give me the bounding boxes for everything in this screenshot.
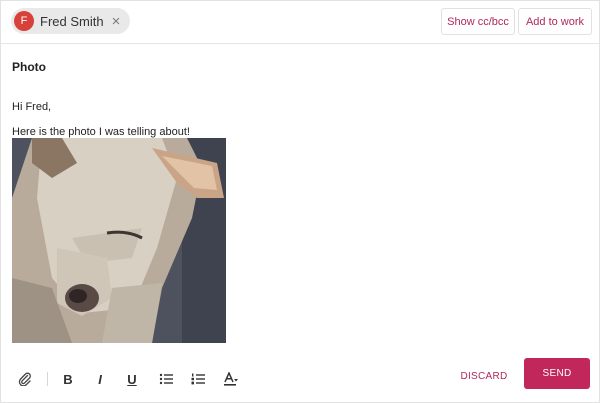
recipient-bar: F Fred Smith × Show cc/bcc Add to work bbox=[0, 0, 600, 44]
recipient-avatar: F bbox=[14, 11, 34, 31]
subject-line[interactable]: Photo bbox=[12, 60, 46, 74]
body-message[interactable]: Here is the photo I was telling about! bbox=[12, 126, 190, 138]
body-greeting[interactable]: Hi Fred, bbox=[12, 101, 51, 113]
add-to-work-button[interactable]: Add to work bbox=[518, 8, 592, 35]
numbered-list-icon[interactable] bbox=[187, 368, 209, 390]
remove-recipient-icon[interactable]: × bbox=[112, 14, 121, 29]
dog-photo[interactable] bbox=[12, 138, 226, 343]
recipient-chip[interactable]: F Fred Smith × bbox=[11, 8, 131, 34]
dog-photo-illustration bbox=[12, 138, 226, 343]
bulleted-list-icon[interactable] bbox=[155, 368, 177, 390]
underline-icon[interactable]: U bbox=[121, 368, 143, 390]
text-color-icon[interactable] bbox=[220, 368, 242, 390]
italic-icon[interactable]: I bbox=[89, 368, 111, 390]
recipient-name: Fred Smith bbox=[40, 13, 104, 29]
paperclip-icon[interactable] bbox=[14, 368, 36, 390]
show-cc-bcc-button[interactable]: Show cc/bcc bbox=[441, 8, 515, 35]
discard-button[interactable]: DISCARD bbox=[456, 366, 512, 386]
send-button[interactable]: SEND bbox=[524, 358, 590, 389]
toolbar-divider bbox=[47, 372, 48, 386]
bold-icon[interactable]: B bbox=[57, 368, 79, 390]
